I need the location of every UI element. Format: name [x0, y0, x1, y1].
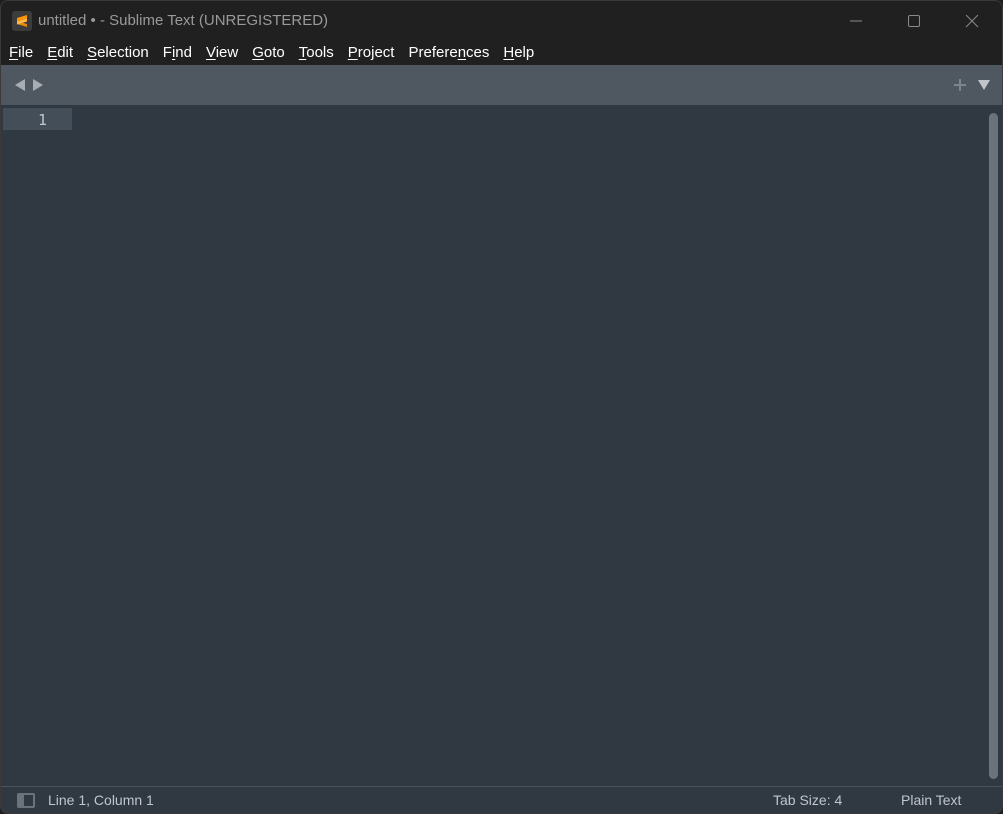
gutter-current-line: 1: [3, 108, 72, 130]
editor-area[interactable]: 1: [1, 105, 1002, 786]
menu-label: iew: [215, 44, 239, 61]
menu-mnemonic: H: [503, 44, 515, 61]
vertical-scrollbar[interactable]: [987, 110, 999, 782]
minimize-button[interactable]: [827, 1, 885, 40]
menu-view[interactable]: View: [199, 40, 245, 65]
menu-project[interactable]: Project: [341, 40, 402, 65]
menu-mnemonic: V: [205, 44, 216, 61]
sidebar-toggle-icon[interactable]: [17, 793, 35, 808]
menu-label: dit: [57, 44, 74, 61]
editor-text-line[interactable]: [81, 108, 982, 130]
tab-size-selector[interactable]: Tab Size: 4: [773, 792, 842, 808]
window-title: untitled • - Sublime Text (UNREGISTERED): [38, 12, 329, 29]
menu-mnemonic: E: [47, 44, 58, 61]
plus-icon[interactable]: [952, 77, 968, 93]
menu-mnemonic: G: [252, 44, 264, 61]
menu-label: oto: [263, 44, 285, 61]
triangle-left-icon[interactable]: [14, 78, 26, 92]
menu-mnemonic: n: [457, 44, 467, 61]
menu-label: ces: [466, 44, 490, 61]
menu-file[interactable]: File: [2, 40, 40, 65]
tab-bar: [1, 65, 1002, 105]
menu-mnemonic: F: [9, 44, 19, 61]
menu-mnemonic: S: [87, 44, 98, 61]
title-bar: untitled • - Sublime Text (UNREGISTERED): [1, 1, 1002, 40]
maximize-icon: [908, 14, 920, 27]
sublime-text-logo-icon: [12, 11, 32, 31]
menu-mnemonic: P: [347, 44, 358, 61]
close-button[interactable]: [943, 1, 1001, 40]
menu-preferences[interactable]: Preferences: [401, 40, 496, 65]
menu-edit[interactable]: Edit: [40, 40, 80, 65]
status-bar: Line 1, Column 1 Tab Size: 4 Plain Text: [1, 786, 1002, 813]
menu-label: ools: [306, 44, 334, 61]
menu-find[interactable]: Find: [156, 40, 199, 65]
sublime-text-window: untitled • - Sublime Text (UNREGISTERED)…: [0, 0, 1003, 814]
line-number: 1: [37, 111, 47, 129]
triangle-down-icon[interactable]: [977, 79, 991, 91]
minimize-icon: [850, 20, 862, 21]
menu-label: election: [97, 44, 149, 61]
menu-selection[interactable]: Selection: [80, 40, 156, 65]
menu-help[interactable]: Help: [496, 40, 541, 65]
menu-label: elp: [514, 44, 535, 61]
close-icon: [965, 14, 979, 27]
menu-bar: File Edit Selection Find View Goto Tools…: [1, 40, 1002, 65]
scrollbar-thumb[interactable]: [989, 113, 998, 779]
menu-label: Prefere: [408, 44, 458, 61]
triangle-right-icon[interactable]: [32, 78, 44, 92]
maximize-button[interactable]: [885, 1, 943, 40]
menu-label: roject: [357, 44, 395, 61]
menu-tools[interactable]: Tools: [292, 40, 341, 65]
menu-label: nd: [175, 44, 192, 61]
menu-goto[interactable]: Goto: [245, 40, 292, 65]
menu-label: F: [162, 44, 172, 61]
menu-label: ile: [18, 44, 34, 61]
syntax-selector[interactable]: Plain Text: [901, 792, 961, 808]
cursor-position: Line 1, Column 1: [48, 792, 154, 808]
